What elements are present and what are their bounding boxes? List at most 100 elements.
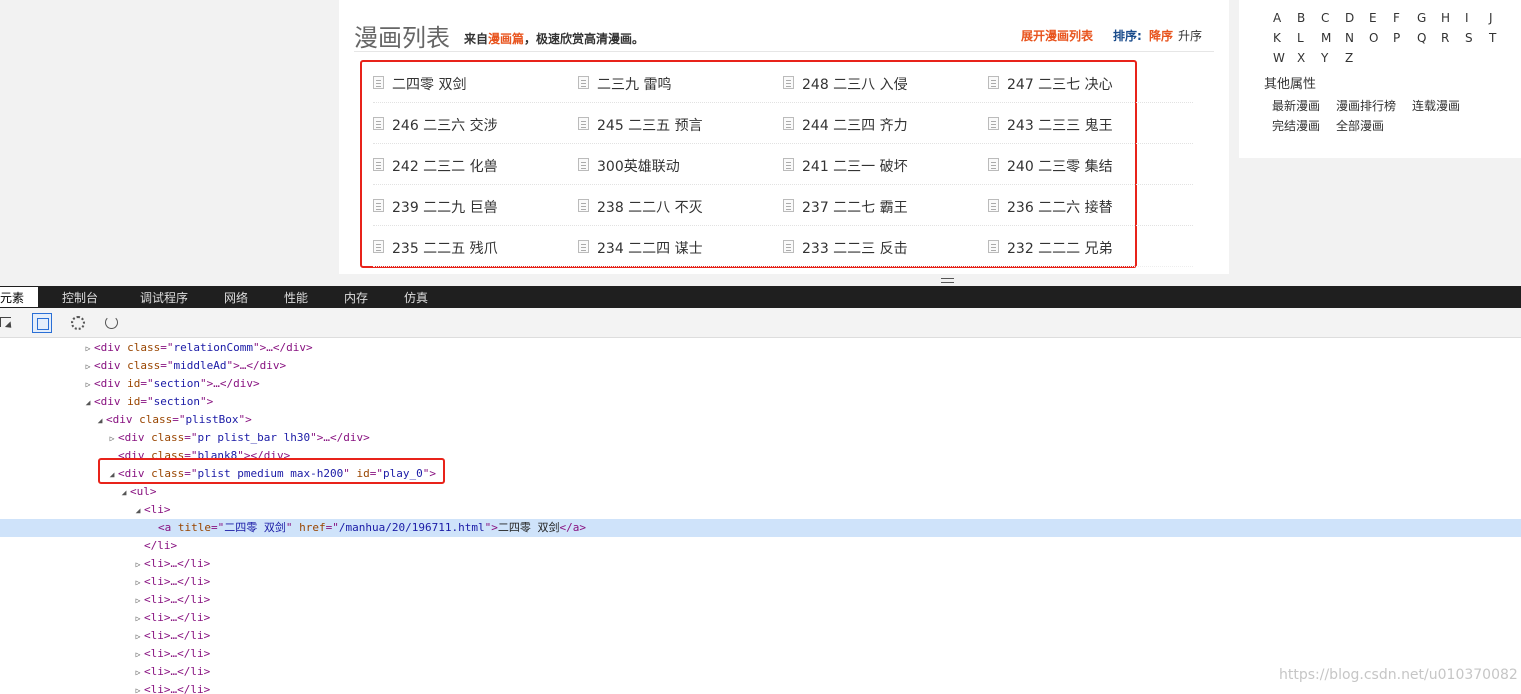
tag-open: <li [144, 503, 164, 516]
expand-toggle-icon[interactable]: ▷ [82, 376, 94, 394]
comic-list-panel: 漫画列表 来自漫画篇，极速欣赏高清漫画。 展开漫画列表 排序: 降序 升序 二四… [339, 0, 1229, 274]
dom-node[interactable]: ▷ <li>…</li> [0, 591, 1521, 609]
letter-link[interactable]: Y [1321, 51, 1345, 65]
document-icon [373, 158, 384, 171]
letter-link[interactable]: T [1489, 31, 1513, 45]
dom-node[interactable]: ▷ <li>…</li> [0, 645, 1521, 663]
dom-node[interactable]: ▷ <li>…</li> [0, 627, 1521, 645]
tab-emulation[interactable]: 仿真 [404, 289, 428, 306]
expand-toggle-icon[interactable]: ◢ [82, 394, 94, 412]
letter-link[interactable]: E [1369, 11, 1393, 25]
chapter-title: 247 二三七 决心 [1007, 77, 1113, 93]
sort-desc-link[interactable]: 降序 [1149, 27, 1173, 44]
letter-link[interactable]: G [1417, 11, 1441, 25]
tab-debugger[interactable]: 调试程序 [140, 289, 188, 306]
comic-ranking-link[interactable]: 漫画排行榜 [1336, 97, 1396, 114]
expand-toggle-icon[interactable]: ▷ [82, 340, 94, 358]
chapter-title: 242 二三二 化兽 [392, 159, 498, 175]
letter-link[interactable]: A [1273, 11, 1297, 25]
tag-end: </a> [559, 521, 586, 534]
chapter-row: 239 二二九 巨兽 238 二二八 不灭 237 二二七 霸王 236 二二六 接替 [373, 185, 1193, 226]
letter-link[interactable]: O [1369, 31, 1393, 45]
dom-node[interactable]: ◢ <div id="section"> [0, 393, 1521, 411]
dom-node[interactable]: ▷ <div class="middleAd">…</div> [0, 357, 1521, 375]
letter-link[interactable]: Z [1345, 51, 1369, 65]
refresh-icon[interactable] [102, 313, 122, 333]
letter-link[interactable]: K [1273, 31, 1297, 45]
serial-comics-link[interactable]: 连载漫画 [1412, 97, 1460, 114]
document-icon [578, 199, 589, 212]
letter-link[interactable]: H [1441, 11, 1465, 25]
chapter-grid: 二四零 双剑 二三九 雷鸣 248 二三八 入侵 247 二三七 决心 246 二三六 … [373, 62, 1193, 267]
letter-link[interactable]: D [1345, 11, 1369, 25]
attr-value: middleAd [173, 359, 227, 372]
target-icon[interactable] [68, 313, 88, 333]
tab-console[interactable]: 控制台 [62, 289, 98, 306]
dom-node[interactable]: ◢ <ul> [0, 483, 1521, 501]
expand-toggle-icon[interactable]: ◢ [94, 412, 106, 430]
dom-node[interactable]: </li> [0, 537, 1521, 555]
chapter-title: 234 二二四 谋士 [597, 241, 703, 257]
highlight-box-icon[interactable] [32, 313, 52, 333]
letter-link[interactable]: B [1297, 11, 1321, 25]
dom-node[interactable]: ▷ <div id="section">…</div> [0, 375, 1521, 393]
letter-link[interactable]: I [1465, 11, 1489, 25]
completed-comics-link[interactable]: 完结漫画 [1272, 117, 1320, 134]
expand-toggle-icon[interactable]: ▷ [132, 664, 144, 682]
letter-link[interactable]: Q [1417, 31, 1441, 45]
letter-link[interactable]: P [1393, 31, 1417, 45]
expand-toggle-icon[interactable]: ▷ [106, 430, 118, 448]
tab-network[interactable]: 网络 [224, 289, 248, 306]
tag-close: >…</div> [206, 377, 260, 390]
select-element-icon[interactable] [0, 313, 20, 333]
resize-handle[interactable] [941, 278, 954, 283]
letter-link[interactable]: W [1273, 51, 1297, 65]
tag-open: <div [106, 413, 140, 426]
expand-toggle-icon[interactable]: ▷ [132, 628, 144, 646]
expand-toggle-icon[interactable]: ▷ [82, 358, 94, 376]
dom-node[interactable]: ▷ <div class="pr plist_bar lh30">…</div> [0, 429, 1521, 447]
attr-name: class [151, 431, 185, 444]
sort-asc-link[interactable]: 升序 [1178, 27, 1202, 44]
tab-elements[interactable]: 元素 [0, 287, 38, 307]
expand-toggle-icon[interactable]: ▷ [132, 646, 144, 664]
tag-open: <a [158, 521, 178, 534]
expand-toggle-icon[interactable]: ▷ [132, 556, 144, 574]
latest-comics-link[interactable]: 最新漫画 [1272, 97, 1320, 114]
dom-node[interactable]: ▷ <li>…</li> [0, 573, 1521, 591]
chapter-title: 二三九 雷鸣 [597, 77, 672, 93]
document-icon [783, 199, 794, 212]
dom-node[interactable]: ▷ <li>…</li> [0, 555, 1521, 573]
dom-node[interactable]: ▷ <div class="relationComm">…</div> [0, 339, 1521, 357]
expand-toggle-icon[interactable]: ◢ [132, 502, 144, 520]
tag-close: …</li> [170, 557, 211, 570]
expand-toggle-icon[interactable]: ▷ [132, 610, 144, 628]
dom-node[interactable]: ◢ <div class="plistBox"> [0, 411, 1521, 429]
expand-list-link[interactable]: 展开漫画列表 [1021, 27, 1093, 44]
dom-node-selected[interactable]: <a title="二四零 双剑" href="/manhua/20/19671… [0, 519, 1521, 537]
expand-toggle-icon[interactable]: ◢ [118, 484, 130, 502]
letter-link[interactable]: M [1321, 31, 1345, 45]
tab-memory[interactable]: 内存 [344, 289, 368, 306]
letter-link[interactable]: J [1489, 11, 1513, 25]
document-icon [373, 199, 384, 212]
attr-value: plistBox [185, 413, 239, 426]
letter-link[interactable]: F [1393, 11, 1417, 25]
letter-link[interactable]: L [1297, 31, 1321, 45]
document-icon [578, 240, 589, 253]
letter-link[interactable]: X [1297, 51, 1321, 65]
expand-toggle-icon[interactable]: ▷ [132, 682, 144, 694]
letter-link[interactable]: S [1465, 31, 1489, 45]
letter-link[interactable]: N [1345, 31, 1369, 45]
subtitle-link[interactable]: 漫画篇 [488, 32, 524, 46]
all-comics-link[interactable]: 全部漫画 [1336, 117, 1384, 134]
expand-toggle-icon[interactable]: ▷ [132, 574, 144, 592]
letter-link[interactable]: C [1321, 11, 1345, 25]
chapter-title: 300英雄联动 [597, 159, 680, 175]
dom-node[interactable]: ▷ <li>…</li> [0, 609, 1521, 627]
letter-link[interactable]: R [1441, 31, 1465, 45]
dom-node[interactable]: ◢ <li> [0, 501, 1521, 519]
expand-toggle-icon[interactable]: ▷ [132, 592, 144, 610]
tab-performance[interactable]: 性能 [284, 289, 308, 306]
dom-tree: ▷ <div class="relationComm">…</div> ▷ <div … [0, 338, 1521, 694]
